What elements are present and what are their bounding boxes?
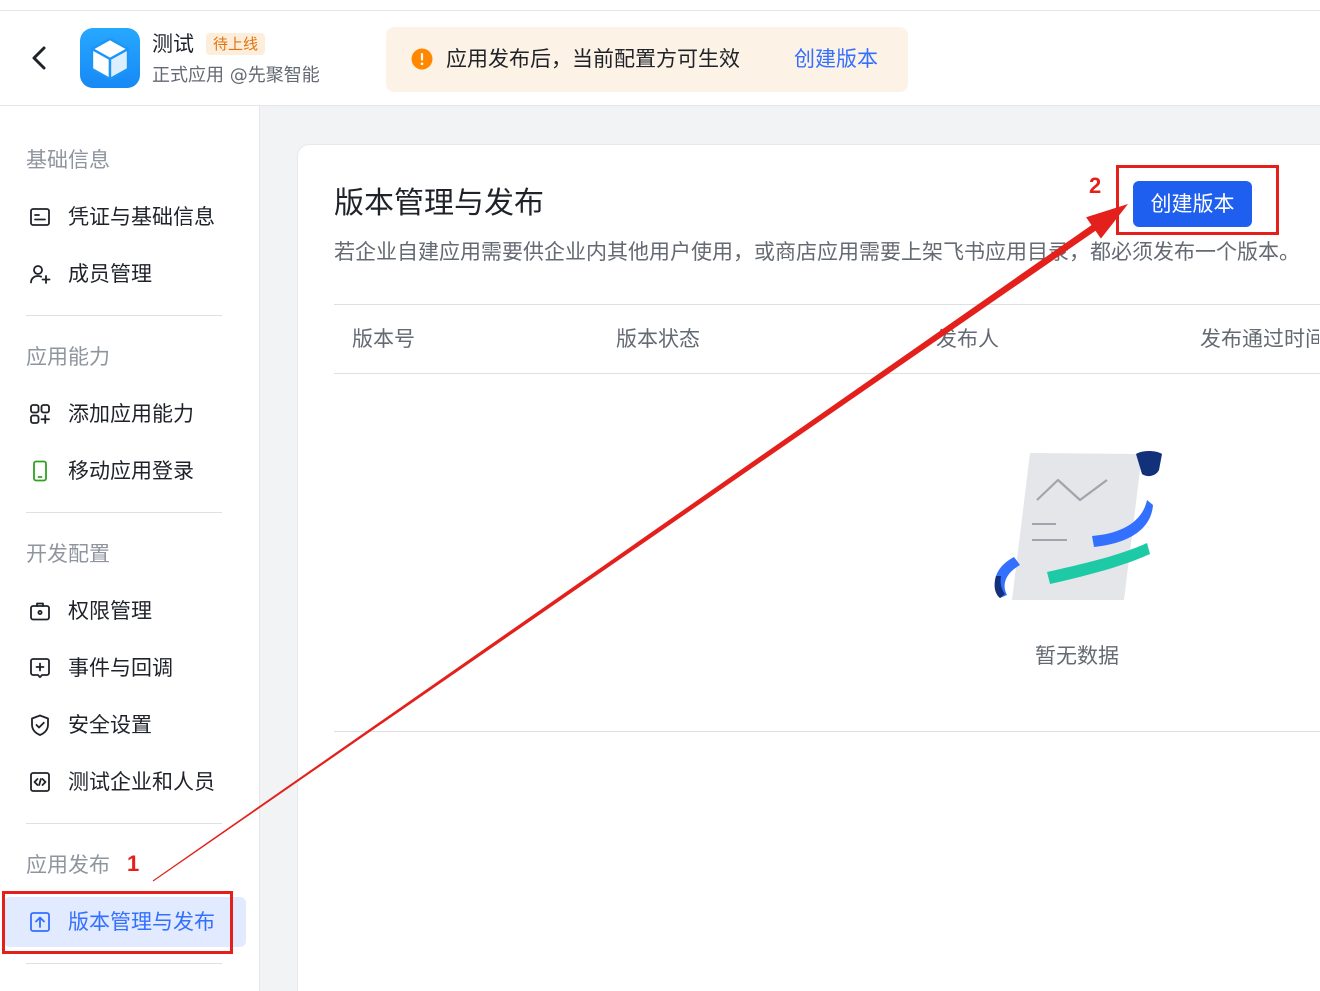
sidebar-section-basic-info: 基础信息 凭证与基础信息 成员管理 [0,132,259,303]
sidebar-divider [26,962,222,964]
grid-add-icon [30,404,50,424]
sidebar-section-capabilities: 应用能力 添加应用能力 移动应用登录 [0,329,259,500]
notice-text: 应用发布后，当前配置方可生效 [446,47,740,71]
app-name: 测试 [152,32,194,56]
sidebar-item-label: 事件与回调 [68,656,173,680]
page-description: 若企业自建应用需要供企业内其他用户使用，或商店应用需要上架飞书应用目录，都必须发… [334,240,1300,264]
column-header-approved-time: 发布通过时间 [1200,327,1319,351]
sidebar-item-security[interactable]: 安全设置 [4,700,246,750]
sidebar-section-title: 应用能力 [26,344,110,369]
sidebar-section-title: 开发配置 [26,541,110,566]
notice-create-version-link[interactable]: 创建版本 [794,45,878,73]
sidebar-item-permissions[interactable]: 权限管理 [4,586,246,636]
sidebar-item-label: 成员管理 [68,262,152,286]
sidebar-item-label: 添加应用能力 [68,402,194,426]
cube-icon [80,28,140,88]
version-table: 版本号 版本状态 发布人 发布通过时间 暂无数据 [334,304,1320,732]
status-badge: 待上线 [206,33,266,55]
sidebar-item-label: 版本管理与发布 [68,910,215,934]
sidebar-section-title: 基础信息 [26,147,110,172]
column-header-publisher: 发布人 [936,327,999,351]
sidebar-item-label: 权限管理 [68,599,152,623]
column-header-version: 版本号 [352,327,415,351]
sidebar-item-version-publish[interactable]: 版本管理与发布 [4,897,246,947]
page-title: 版本管理与发布 [334,186,544,221]
sidebar-item-label: 凭证与基础信息 [68,205,215,229]
member-add-icon [30,265,51,284]
sidebar-item-label: 安全设置 [68,713,152,737]
table-header: 版本号 版本状态 发布人 发布通过时间 [334,304,1320,374]
sidebar-item-label: 测试企业和人员 [68,770,215,794]
create-version-button[interactable]: 创建版本 [1133,181,1252,227]
mobile-icon [33,460,47,482]
sidebar-item-members[interactable]: 成员管理 [4,249,246,299]
sidebar-item-mobile-login[interactable]: 移动应用登录 [4,446,246,496]
annotation-step-2-label: 2 [1089,173,1102,198]
warning-circle-icon [411,48,433,70]
publish-notice-banner: 应用发布后，当前配置方可生效 创建版本 [386,27,908,92]
sidebar-item-add-capability[interactable]: 添加应用能力 [4,389,246,439]
sidebar-item-test-tenants[interactable]: 测试企业和人员 [4,757,246,807]
sidebar-item-label: 移动应用登录 [68,459,194,483]
empty-document-icon [994,451,1162,600]
shield-check-icon [31,714,49,736]
column-header-status: 版本状态 [616,327,700,351]
sidebar-divider [26,511,222,513]
empty-state-text: 暂无数据 [1035,644,1119,668]
version-management-card: 版本管理与发布 若企业自建应用需要供企业内其他用户使用，或商店应用需要上架飞书应… [297,144,1320,991]
sidebar-divider [26,314,222,316]
event-callback-icon [30,658,50,679]
upload-icon [30,912,50,932]
chevron-left-icon[interactable] [26,44,54,72]
sidebar-item-events-callbacks[interactable]: 事件与回调 [4,643,246,693]
sidebar-section-dev-config: 开发配置 权限管理 事件与回调 安全设置 测试企业和人员 [0,526,259,811]
briefcase-icon [30,602,50,621]
app-header: 测试 待上线 正式应用 @先聚智能 应用发布后，当前配置方可生效 创建版本 [0,0,1320,106]
code-box-icon [30,772,50,792]
credential-icon [30,208,50,226]
sidebar-item-credentials[interactable]: 凭证与基础信息 [4,192,246,242]
sidebar-divider [26,822,222,824]
app-subtitle: 正式应用 @先聚智能 [152,65,320,86]
annotation-step-1-label: 1 [127,851,140,876]
header-top-border [0,10,1320,11]
